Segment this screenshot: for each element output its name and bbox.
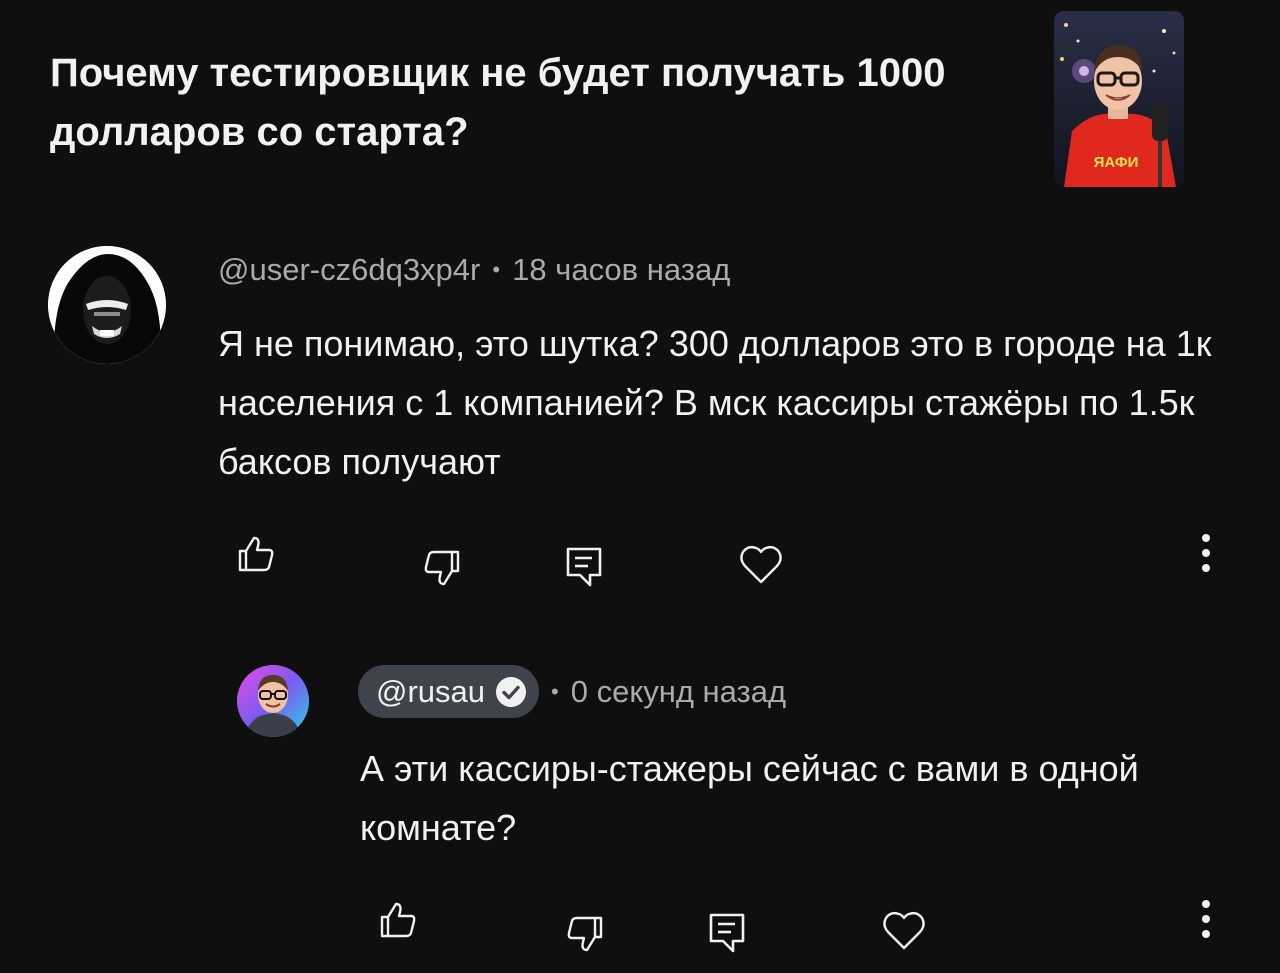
channel-owner-badge[interactable]: @rusau <box>358 665 540 718</box>
avatar-image <box>237 665 309 737</box>
reply-icon <box>709 913 745 953</box>
comments-panel: Почему тестировщик не будет получать 100… <box>0 0 1280 973</box>
meta-separator: • <box>551 678 559 704</box>
dislike-icon <box>567 916 603 952</box>
thumbnail-image: ЯАФИ <box>1054 11 1184 187</box>
meta-separator: • <box>492 257 501 282</box>
more-options-button[interactable] <box>1190 532 1222 574</box>
avatar[interactable] <box>48 246 166 364</box>
comment-author: @rusau <box>376 673 486 709</box>
reply-button[interactable] <box>563 544 605 590</box>
heart-button[interactable] <box>881 908 927 954</box>
dislike-button[interactable] <box>420 546 464 590</box>
verified-icon <box>496 676 527 707</box>
comment-text: А эти кассиры-стажеры сейчас с вами в од… <box>360 748 1139 848</box>
heart-button[interactable] <box>738 542 784 588</box>
comment-time[interactable]: 0 секунд назад <box>571 674 786 710</box>
like-icon <box>380 902 416 938</box>
video-thumbnail[interactable]: ЯАФИ <box>1054 11 1184 187</box>
heart-icon <box>883 911 925 950</box>
thumbnail-shirt-text: ЯАФИ <box>1094 154 1139 171</box>
avatar[interactable] <box>237 665 309 737</box>
comment-text: Я не понимаю, это шутка? 300 долларов эт… <box>218 323 1212 482</box>
comment-meta: @user-cz6dq3xp4r • 18 часов назад <box>218 248 730 292</box>
avatar-image <box>48 246 166 364</box>
more-vert-icon <box>1202 900 1210 938</box>
comment-meta: @rusau • 0 секунд назад <box>358 665 786 718</box>
dislike-button[interactable] <box>563 912 607 956</box>
more-options-button[interactable] <box>1190 898 1222 940</box>
like-icon <box>238 536 274 572</box>
dislike-icon <box>424 550 460 586</box>
more-vert-icon <box>1202 534 1210 572</box>
heart-icon <box>740 545 782 584</box>
comment-time[interactable]: 18 часов назад <box>512 252 730 288</box>
comment-author[interactable]: @user-cz6dq3xp4r <box>218 252 480 288</box>
like-button[interactable] <box>376 898 420 942</box>
like-button[interactable] <box>234 532 278 576</box>
reply-button[interactable] <box>706 910 748 956</box>
reply-icon <box>566 547 602 587</box>
video-title: Почему тестировщик не будет получать 100… <box>50 51 946 154</box>
